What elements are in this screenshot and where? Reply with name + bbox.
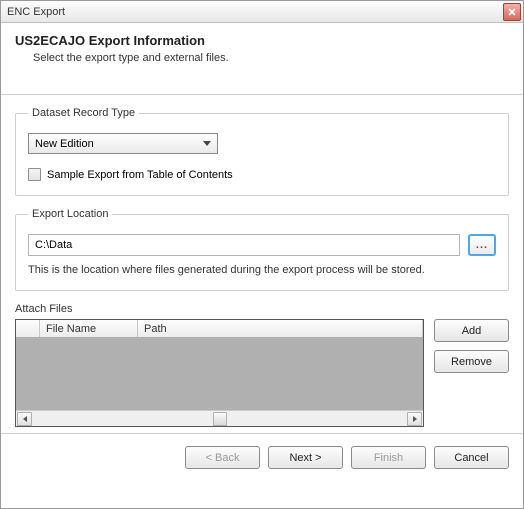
chevron-right-icon [412,416,418,422]
grid-horizontal-scrollbar[interactable] [16,410,423,426]
next-button[interactable]: Next > [268,446,343,469]
export-path-input[interactable] [28,234,460,256]
grid-col-path[interactable]: Path [138,320,423,337]
wizard-footer: < Back Next > Finish Cancel [1,433,523,481]
wizard-header: US2ECAJO Export Information Select the e… [1,23,523,95]
sample-export-label: Sample Export from Table of Contents [47,169,233,181]
close-button[interactable] [503,3,521,21]
close-icon [508,8,516,16]
remove-button[interactable]: Remove [434,350,509,373]
export-location-group: Export Location ... This is the location… [15,208,509,291]
browse-button[interactable]: ... [468,234,496,256]
wizard-body: Dataset Record Type New Edition Sample E… [1,95,523,433]
back-button[interactable]: < Back [185,446,260,469]
grid-col-filename[interactable]: File Name [40,320,138,337]
grid-col-selector[interactable] [16,320,40,337]
attach-files-label: Attach Files [15,303,509,315]
sample-export-row: Sample Export from Table of Contents [28,168,496,181]
dataset-record-type-group: Dataset Record Type New Edition Sample E… [15,107,509,196]
dataset-legend: Dataset Record Type [28,107,139,119]
export-location-legend: Export Location [28,208,112,220]
dataset-type-select[interactable]: New Edition [28,133,218,154]
chevron-down-icon [199,135,215,152]
finish-button[interactable]: Finish [351,446,426,469]
export-location-help: This is the location where files generat… [28,264,496,276]
page-title: US2ECAJO Export Information [15,33,509,48]
grid-body[interactable] [16,338,423,410]
dataset-type-value: New Edition [35,138,94,150]
grid-header: File Name Path [16,320,423,338]
scroll-right-button[interactable] [407,412,422,426]
attach-files-grid[interactable]: File Name Path [15,319,424,427]
window-title: ENC Export [7,6,65,18]
scroll-left-button[interactable] [17,412,32,426]
sample-export-checkbox[interactable] [28,168,41,181]
scroll-track[interactable] [33,412,406,426]
titlebar: ENC Export [1,1,523,23]
page-subtitle: Select the export type and external file… [15,52,509,64]
add-button[interactable]: Add [434,319,509,342]
cancel-button[interactable]: Cancel [434,446,509,469]
scroll-thumb[interactable] [213,412,227,426]
chevron-left-icon [22,416,28,422]
